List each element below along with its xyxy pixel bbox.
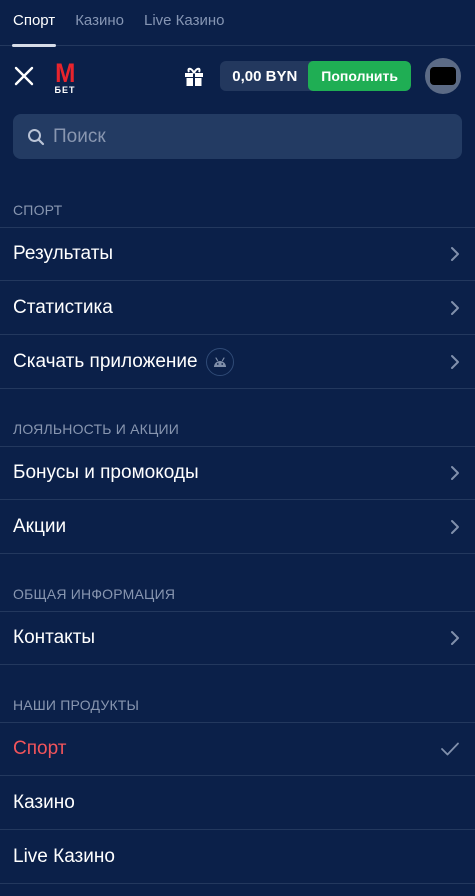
tab-casino[interactable]: Казино bbox=[75, 0, 124, 46]
balance-box: 0,00 BYN Пополнить bbox=[220, 61, 411, 91]
menu-item-label: Скачать приложение bbox=[13, 350, 198, 372]
android-badge bbox=[205, 347, 234, 376]
section-title-sport: СПОРТ bbox=[13, 202, 63, 218]
menu-item-label: Результаты bbox=[13, 243, 114, 264]
search-placeholder: Поиск bbox=[53, 125, 106, 147]
menu-item-results[interactable]: Результаты bbox=[0, 227, 475, 281]
gift-icon bbox=[185, 67, 204, 86]
gift-button[interactable] bbox=[182, 64, 206, 88]
product-item-label: Live Казино bbox=[13, 845, 115, 867]
deposit-button[interactable]: Пополнить bbox=[308, 61, 411, 91]
chevron-right-icon bbox=[451, 247, 459, 261]
search-icon bbox=[28, 128, 45, 145]
product-item-casino[interactable]: Казино bbox=[0, 776, 475, 830]
tab-live-casino[interactable]: Live Казино bbox=[144, 0, 224, 46]
section-title-products: НАШИ ПРОДУКТЫ bbox=[13, 697, 140, 713]
menu-item-label: Контакты bbox=[13, 627, 96, 648]
menu-item-label: Бонусы и промокоды bbox=[13, 462, 199, 483]
section-title-loyalty: ЛОЯЛЬНОСТЬ И АКЦИИ bbox=[13, 421, 180, 437]
menu-item-promotions[interactable]: Акции bbox=[0, 500, 475, 554]
product-item-label: Казино bbox=[13, 791, 75, 813]
menu-item-download-app[interactable]: Скачать приложение bbox=[0, 335, 475, 389]
logo[interactable]: M БЕТ bbox=[50, 58, 80, 95]
menu-item-contacts[interactable]: Контакты bbox=[0, 611, 475, 665]
avatar[interactable] bbox=[425, 58, 461, 94]
menu-item-statistics[interactable]: Статистика bbox=[0, 281, 475, 335]
check-icon bbox=[441, 742, 459, 756]
balance-amount: 0,00 BYN bbox=[232, 67, 298, 85]
product-item-live-casino[interactable]: Live Казино bbox=[0, 830, 475, 884]
product-item-label: Спорт bbox=[13, 738, 67, 759]
chevron-right-icon bbox=[451, 631, 459, 645]
chevron-right-icon bbox=[451, 519, 459, 534]
tab-sport[interactable]: Спорт bbox=[11, 0, 57, 47]
chevron-right-icon bbox=[451, 354, 459, 369]
menu-item-bonuses[interactable]: Бонусы и промокоды bbox=[0, 446, 475, 500]
chevron-right-icon bbox=[451, 466, 459, 480]
product-item-sport[interactable]: Спорт bbox=[0, 722, 475, 776]
menu-item-label: Акции bbox=[13, 515, 67, 537]
close-button[interactable] bbox=[12, 64, 36, 88]
logo-letter: M bbox=[55, 57, 75, 88]
close-icon bbox=[14, 66, 34, 86]
top-tabs: Спорт Казино Live Казино bbox=[0, 0, 475, 47]
search-input[interactable]: Поиск bbox=[13, 114, 462, 159]
avatar-image bbox=[430, 67, 456, 85]
header: M БЕТ 0,00 BYN Пополнить bbox=[0, 46, 475, 106]
menu-item-label: Статистика bbox=[13, 296, 113, 318]
section-title-info: ОБЩАЯ ИНФОРМАЦИЯ bbox=[13, 586, 176, 602]
chevron-right-icon bbox=[451, 300, 459, 315]
android-icon bbox=[213, 356, 226, 367]
